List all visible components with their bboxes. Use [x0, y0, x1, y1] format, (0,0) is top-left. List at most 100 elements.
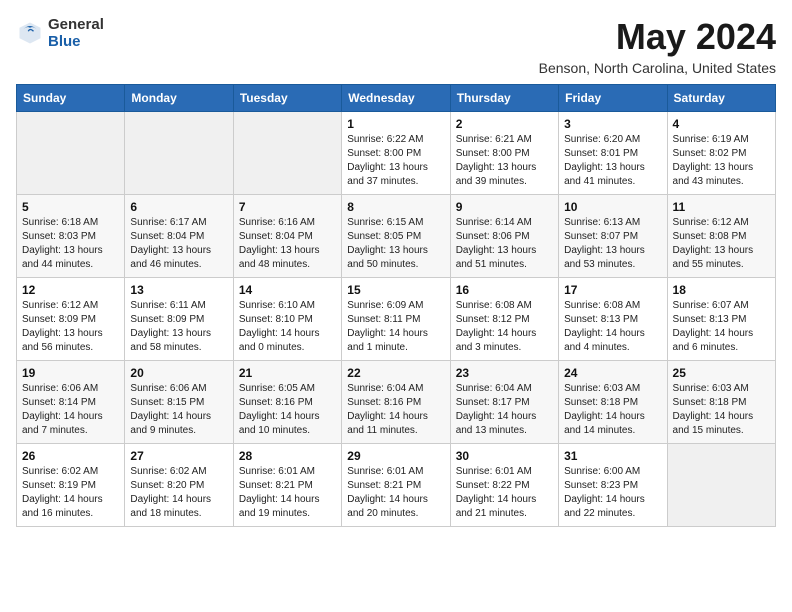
day-number: 21 — [239, 366, 336, 380]
day-number: 31 — [564, 449, 661, 463]
calendar-cell: 30Sunrise: 6:01 AM Sunset: 8:22 PM Dayli… — [450, 444, 558, 527]
calendar-header-friday: Friday — [559, 85, 667, 112]
calendar-cell — [667, 444, 775, 527]
day-number: 22 — [347, 366, 444, 380]
calendar-header-monday: Monday — [125, 85, 233, 112]
logo-blue: Blue — [48, 33, 104, 50]
day-number: 5 — [22, 200, 119, 214]
calendar-cell: 11 Sunrise: 6:12 AM Sunset: 8:08 PM Dayli… — [667, 195, 775, 278]
day-info: Sunrise: 6:10 AM Sunset: 8:10 PM Dayligh… — [239, 299, 336, 355]
calendar-cell — [17, 112, 125, 195]
calendar-cell: 19 Sunrise: 6:06 AM Sunset: 8:14 PM Dayli… — [17, 361, 125, 444]
day-info: Sunrise: 6:22 AM Sunset: 8:00 PM Dayligh… — [347, 133, 444, 189]
day-info: Sunrise: 6:01 AM Sunset: 8:22 PM Dayligh… — [456, 465, 553, 521]
day-info: Sunrise: 6:06 AM Sunset: 8:14 PM Dayligh… — [22, 382, 119, 438]
logo-text: General Blue — [48, 16, 104, 50]
calendar-cell: 31 Sunrise: 6:00 AM Sunset: 8:23 PM Dayli… — [559, 444, 667, 527]
day-info: Sunrise: 6:01 AM Sunset: 8:21 PM Dayligh… — [347, 465, 444, 521]
calendar-cell: 7 Sunrise: 6:16 AM Sunset: 8:04 PM Daylig… — [233, 195, 341, 278]
calendar-cell: 2 Sunrise: 6:21 AM Sunset: 8:00 PM Daylig… — [450, 112, 558, 195]
day-info: Sunrise: 6:08 AM Sunset: 8:12 PM Dayligh… — [456, 299, 553, 355]
day-number: 6 — [130, 200, 227, 214]
day-info: Sunrise: 6:00 AM Sunset: 8:23 PM Dayligh… — [564, 465, 661, 521]
day-number: 3 — [564, 117, 661, 131]
day-number: 19 — [22, 366, 119, 380]
day-info: Sunrise: 6:17 AM Sunset: 8:04 PM Dayligh… — [130, 216, 227, 272]
calendar-cell: 18 Sunrise: 6:07 AM Sunset: 8:13 PM Dayli… — [667, 278, 775, 361]
calendar-cell: 27 Sunrise: 6:02 AM Sunset: 8:20 PM Dayli… — [125, 444, 233, 527]
day-info: Sunrise: 6:14 AM Sunset: 8:06 PM Dayligh… — [456, 216, 553, 272]
calendar-header-row: SundayMondayTuesdayWednesdayThursdayFrid… — [17, 85, 776, 112]
day-info: Sunrise: 6:09 AM Sunset: 8:11 PM Dayligh… — [347, 299, 444, 355]
day-number: 18 — [673, 283, 770, 297]
title-block: May 2024 Benson, North Carolina, United … — [539, 16, 776, 76]
calendar-week-row: 5 Sunrise: 6:18 AM Sunset: 8:03 PM Daylig… — [17, 195, 776, 278]
calendar-week-row: 12 Sunrise: 6:12 AM Sunset: 8:09 PM Dayli… — [17, 278, 776, 361]
day-number: 13 — [130, 283, 227, 297]
day-info: Sunrise: 6:20 AM Sunset: 8:01 PM Dayligh… — [564, 133, 661, 189]
day-info: Sunrise: 6:15 AM Sunset: 8:05 PM Dayligh… — [347, 216, 444, 272]
calendar-cell: 14 Sunrise: 6:10 AM Sunset: 8:10 PM Dayli… — [233, 278, 341, 361]
day-info: Sunrise: 6:13 AM Sunset: 8:07 PM Dayligh… — [564, 216, 661, 272]
day-number: 2 — [456, 117, 553, 131]
calendar-header-thursday: Thursday — [450, 85, 558, 112]
calendar-cell: 9 Sunrise: 6:14 AM Sunset: 8:06 PM Daylig… — [450, 195, 558, 278]
calendar-cell: 23 Sunrise: 6:04 AM Sunset: 8:17 PM Dayli… — [450, 361, 558, 444]
day-number: 23 — [456, 366, 553, 380]
calendar-header-tuesday: Tuesday — [233, 85, 341, 112]
logo-icon — [16, 19, 44, 47]
day-number: 12 — [22, 283, 119, 297]
day-number: 14 — [239, 283, 336, 297]
calendar-cell — [233, 112, 341, 195]
calendar-cell: 24Sunrise: 6:03 AM Sunset: 8:18 PM Dayli… — [559, 361, 667, 444]
day-info: Sunrise: 6:02 AM Sunset: 8:20 PM Dayligh… — [130, 465, 227, 521]
calendar-week-row: 19 Sunrise: 6:06 AM Sunset: 8:14 PM Dayli… — [17, 361, 776, 444]
day-number: 29 — [347, 449, 444, 463]
day-info: Sunrise: 6:12 AM Sunset: 8:09 PM Dayligh… — [22, 299, 119, 355]
calendar-cell: 16 Sunrise: 6:08 AM Sunset: 8:12 PM Dayli… — [450, 278, 558, 361]
calendar-cell: 6 Sunrise: 6:17 AM Sunset: 8:04 PM Daylig… — [125, 195, 233, 278]
day-number: 15 — [347, 283, 444, 297]
location: Benson, North Carolina, United States — [539, 60, 776, 76]
day-number: 7 — [239, 200, 336, 214]
day-number: 28 — [239, 449, 336, 463]
calendar-cell — [125, 112, 233, 195]
logo: General Blue — [16, 16, 104, 50]
day-info: Sunrise: 6:06 AM Sunset: 8:15 PM Dayligh… — [130, 382, 227, 438]
day-info: Sunrise: 6:19 AM Sunset: 8:02 PM Dayligh… — [673, 133, 770, 189]
day-info: Sunrise: 6:02 AM Sunset: 8:19 PM Dayligh… — [22, 465, 119, 521]
calendar-cell: 10Sunrise: 6:13 AM Sunset: 8:07 PM Dayli… — [559, 195, 667, 278]
day-number: 17 — [564, 283, 661, 297]
calendar-week-row: 26 Sunrise: 6:02 AM Sunset: 8:19 PM Dayli… — [17, 444, 776, 527]
calendar-cell: 29 Sunrise: 6:01 AM Sunset: 8:21 PM Dayli… — [342, 444, 450, 527]
calendar-header-wednesday: Wednesday — [342, 85, 450, 112]
calendar-cell: 3 Sunrise: 6:20 AM Sunset: 8:01 PM Daylig… — [559, 112, 667, 195]
day-number: 27 — [130, 449, 227, 463]
day-info: Sunrise: 6:05 AM Sunset: 8:16 PM Dayligh… — [239, 382, 336, 438]
day-info: Sunrise: 6:08 AM Sunset: 8:13 PM Dayligh… — [564, 299, 661, 355]
day-info: Sunrise: 6:21 AM Sunset: 8:00 PM Dayligh… — [456, 133, 553, 189]
day-info: Sunrise: 6:04 AM Sunset: 8:17 PM Dayligh… — [456, 382, 553, 438]
calendar-cell: 25Sunrise: 6:03 AM Sunset: 8:18 PM Dayli… — [667, 361, 775, 444]
day-info: Sunrise: 6:18 AM Sunset: 8:03 PM Dayligh… — [22, 216, 119, 272]
calendar-cell: 21 Sunrise: 6:05 AM Sunset: 8:16 PM Dayli… — [233, 361, 341, 444]
calendar-cell: 28Sunrise: 6:01 AM Sunset: 8:21 PM Dayli… — [233, 444, 341, 527]
day-number: 11 — [673, 200, 770, 214]
day-number: 9 — [456, 200, 553, 214]
calendar-cell: 5 Sunrise: 6:18 AM Sunset: 8:03 PM Daylig… — [17, 195, 125, 278]
day-info: Sunrise: 6:04 AM Sunset: 8:16 PM Dayligh… — [347, 382, 444, 438]
calendar-cell: 15 Sunrise: 6:09 AM Sunset: 8:11 PM Dayli… — [342, 278, 450, 361]
day-info: Sunrise: 6:07 AM Sunset: 8:13 PM Dayligh… — [673, 299, 770, 355]
month-title: May 2024 — [539, 16, 776, 58]
calendar-week-row: 1Sunrise: 6:22 AM Sunset: 8:00 PM Daylig… — [17, 112, 776, 195]
day-info: Sunrise: 6:16 AM Sunset: 8:04 PM Dayligh… — [239, 216, 336, 272]
day-number: 20 — [130, 366, 227, 380]
calendar-table: SundayMondayTuesdayWednesdayThursdayFrid… — [16, 84, 776, 527]
day-number: 26 — [22, 449, 119, 463]
calendar-cell: 20 Sunrise: 6:06 AM Sunset: 8:15 PM Dayli… — [125, 361, 233, 444]
calendar-cell: 26 Sunrise: 6:02 AM Sunset: 8:19 PM Dayli… — [17, 444, 125, 527]
page-header: General Blue May 2024 Benson, North Caro… — [16, 16, 776, 76]
calendar-cell: 13Sunrise: 6:11 AM Sunset: 8:09 PM Dayli… — [125, 278, 233, 361]
day-info: Sunrise: 6:12 AM Sunset: 8:08 PM Dayligh… — [673, 216, 770, 272]
day-number: 16 — [456, 283, 553, 297]
